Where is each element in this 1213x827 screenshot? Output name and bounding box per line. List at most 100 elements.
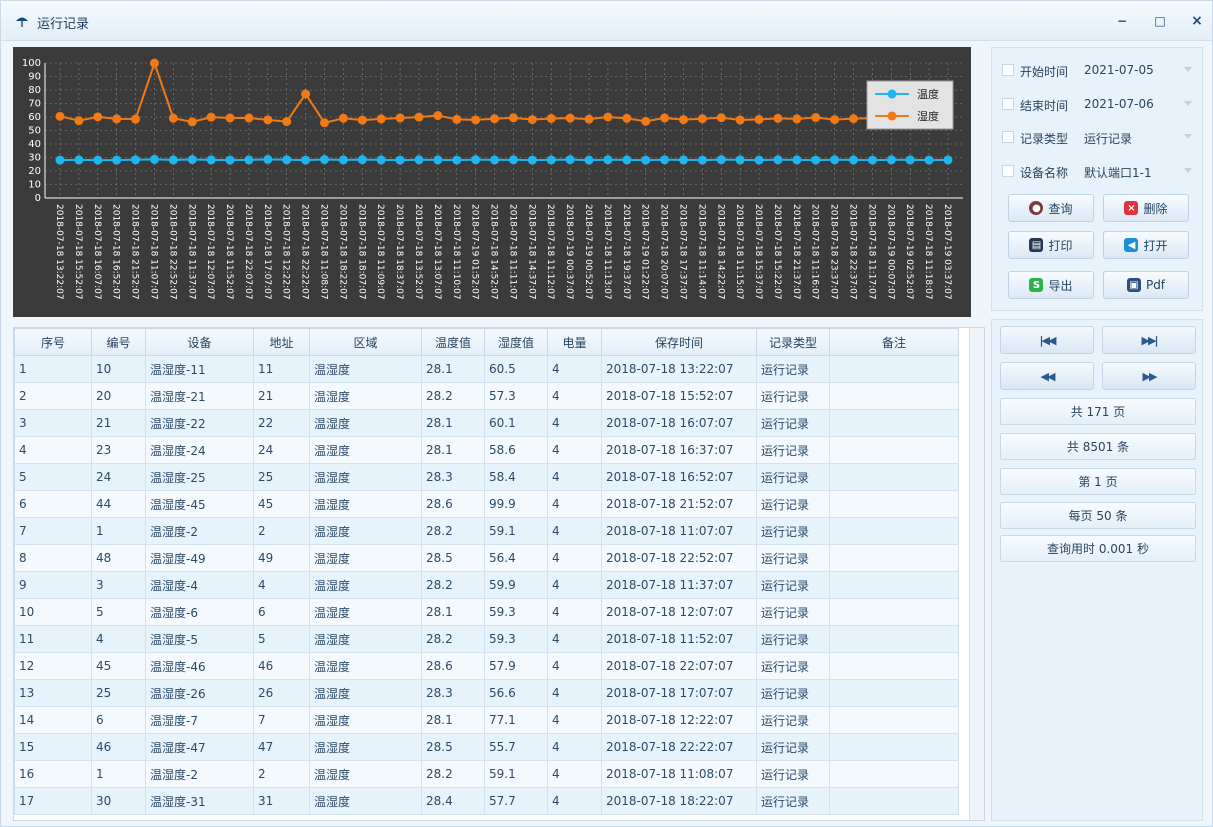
title-bar[interactable]: 运行记录 − □ × [1, 1, 1212, 41]
table-row[interactable]: 11 4 温湿度-5 5 温湿度 28.2 59.3 4 2018-07-18 11:52:07… [14, 625, 959, 653]
open-icon: ◀ [1124, 238, 1139, 252]
table-cell: 47 [253, 733, 310, 761]
table-row[interactable]: 6 44 温湿度-45 45 温湿度 28.6 99.9 4 2018-07-18 21:52:… [14, 490, 959, 518]
table-row[interactable]: 5 24 温湿度-25 25 温湿度 28.3 58.4 4 2018-07-18 16:52:… [14, 463, 959, 491]
table-row[interactable]: 14 6 温湿度-7 7 温湿度 28.1 77.1 4 2018-07-18 12:22:07… [14, 706, 959, 734]
minimize-button[interactable]: − [1111, 10, 1133, 32]
table-row[interactable]: 7 1 温湿度-2 2 温湿度 28.2 59.1 4 2018-07-18 11:07:07 运… [14, 517, 959, 545]
start-time-checkbox[interactable] [1002, 64, 1014, 76]
pdf-button[interactable]: ▣ Pdf [1103, 271, 1189, 299]
chevron-down-icon[interactable] [1184, 101, 1192, 106]
print-button[interactable]: ▤ 打印 [1008, 231, 1094, 259]
table-row[interactable]: 13 25 温湿度-26 26 温湿度 28.3 56.6 4 2018-07-18 17:07… [14, 679, 959, 707]
chevron-down-icon[interactable] [1184, 67, 1192, 72]
pdf-icon: ▣ [1126, 278, 1141, 292]
y-tick-label: 30 [28, 153, 41, 164]
column-header[interactable]: 编号 [91, 328, 146, 356]
table-cell: 5 [14, 463, 92, 491]
series-point-2 [527, 115, 537, 125]
table-cell: 99.9 [484, 490, 548, 518]
table-row[interactable]: 9 3 温湿度-4 4 温湿度 28.2 59.9 4 2018-07-18 11:37:07 运… [14, 571, 959, 599]
series-point-1 [206, 155, 216, 165]
end-time-checkbox[interactable] [1002, 98, 1014, 110]
x-tick-label: 2018-07-18 20:07:07 [659, 204, 669, 300]
x-tick-label: 2018-07-18 22:37:07 [848, 204, 858, 300]
query-button[interactable]: ● 查询 [1008, 194, 1094, 222]
series-point-1 [678, 155, 688, 165]
filter-start-time[interactable]: 开始时间 2021-07-05 [992, 55, 1204, 85]
maximize-button[interactable]: □ [1149, 10, 1171, 32]
table-row[interactable]: 1 10 温湿度-11 11 温湿度 28.1 60.5 4 2018-07-18 13:22:… [14, 355, 959, 383]
filter-end-time[interactable]: 结束时间 2021-07-06 [992, 89, 1204, 119]
x-tick-label: 2018-07-19 02:52:07 [904, 204, 914, 300]
export-button[interactable]: S 导出 [1008, 271, 1094, 299]
series-point-1 [55, 155, 65, 165]
x-tick-label: 2018-07-18 11:09:07 [375, 204, 385, 300]
table-cell: 温湿度 [309, 598, 422, 626]
table-row[interactable]: 10 5 温湿度-6 6 温湿度 28.1 59.3 4 2018-07-18 12:07:07… [14, 598, 959, 626]
table-row[interactable]: 16 1 温湿度-2 2 温湿度 28.2 59.1 4 2018-07-18 11:08:07… [14, 760, 959, 788]
x-tick-label: 2018-07-18 15:37:07 [753, 204, 763, 300]
print-icon: ▤ [1029, 238, 1044, 252]
query-icon: ● [1029, 201, 1044, 215]
column-header[interactable]: 设备 [145, 328, 254, 356]
table-cell: 2 [253, 760, 310, 788]
y-tick-label: 40 [28, 139, 41, 150]
device-name-value[interactable]: 默认端口1-1 [1084, 164, 1152, 181]
column-header[interactable]: 备注 [829, 328, 959, 356]
record-type-value[interactable]: 运行记录 [1084, 130, 1132, 147]
filter-device-name[interactable]: 设备名称 默认端口1-1 [992, 156, 1204, 186]
table-row[interactable]: 2 20 温湿度-21 21 温湿度 28.2 57.3 4 2018-07-18 15:52:… [14, 382, 959, 410]
table-cell: 28.3 [421, 463, 485, 491]
series-point-1 [225, 155, 235, 165]
end-time-value[interactable]: 2021-07-06 [1084, 97, 1154, 111]
table-row[interactable]: 17 30 温湿度-31 31 温湿度 28.4 57.7 4 2018-07-18 18:22… [14, 787, 959, 815]
series-point-2 [414, 112, 424, 122]
chevron-down-icon[interactable] [1184, 168, 1192, 173]
x-tick-label: 2018-07-18 22:52:07 [167, 204, 177, 300]
table-cell: 28.1 [421, 355, 485, 383]
series-point-2 [282, 117, 292, 127]
table-row[interactable]: 15 46 温湿度-47 47 温湿度 28.5 55.7 4 2018-07-18 22:22… [14, 733, 959, 761]
next-page-button[interactable]: ▶▶ [1102, 362, 1196, 390]
vertical-scrollbar[interactable] [969, 328, 984, 820]
series-point-1 [811, 155, 821, 165]
x-tick-label: 2018-07-18 12:22:07 [281, 204, 291, 300]
table-cell: 2018-07-18 16:37:07 [601, 436, 757, 464]
column-header[interactable]: 序号 [14, 328, 92, 356]
start-time-value[interactable]: 2021-07-05 [1084, 63, 1154, 77]
column-header[interactable]: 电量 [547, 328, 602, 356]
table-cell: 24 [91, 463, 146, 491]
last-page-button[interactable]: ▶▶| [1102, 326, 1196, 354]
series-point-2 [112, 114, 122, 124]
series-point-1 [471, 155, 481, 165]
window-title: 运行记录 [37, 17, 90, 32]
table-cell: 4 [547, 355, 602, 383]
export-icon: S [1029, 278, 1044, 292]
column-header[interactable]: 湿度值 [484, 328, 548, 356]
close-button[interactable]: × [1186, 10, 1208, 32]
column-header[interactable]: 保存时间 [601, 328, 757, 356]
table-cell [829, 571, 959, 599]
record-type-checkbox[interactable] [1002, 131, 1014, 143]
table-row[interactable]: 8 48 温湿度-49 49 温湿度 28.5 56.4 4 2018-07-18 22:52:… [14, 544, 959, 572]
chevron-down-icon[interactable] [1184, 134, 1192, 139]
table-cell: 28.1 [421, 706, 485, 734]
prev-page-button[interactable]: ◀◀ [1000, 362, 1094, 390]
table-row[interactable]: 4 23 温湿度-24 24 温湿度 28.1 58.6 4 2018-07-18 16:37:… [14, 436, 959, 464]
table-row[interactable]: 12 45 温湿度-46 46 温湿度 28.6 57.9 4 2018-07-18 22:07… [14, 652, 959, 680]
first-page-button[interactable]: |◀◀ [1000, 326, 1094, 354]
table-row[interactable]: 3 21 温湿度-22 22 温湿度 28.1 60.1 4 2018-07-18 16:07:… [14, 409, 959, 437]
column-header[interactable]: 区域 [309, 328, 422, 356]
series-point-2 [546, 113, 556, 123]
delete-button[interactable]: × 删除 [1103, 194, 1189, 222]
column-header[interactable]: 温度值 [421, 328, 485, 356]
series-point-1 [735, 155, 745, 165]
column-header[interactable]: 地址 [253, 328, 310, 356]
filter-record-type[interactable]: 记录类型 运行记录 [992, 122, 1204, 152]
column-header[interactable]: 记录类型 [756, 328, 830, 356]
device-name-checkbox[interactable] [1002, 165, 1014, 177]
table-cell: 温湿度 [309, 652, 422, 680]
open-button[interactable]: ◀ 打开 [1103, 231, 1189, 259]
table-cell: 60.1 [484, 409, 548, 437]
